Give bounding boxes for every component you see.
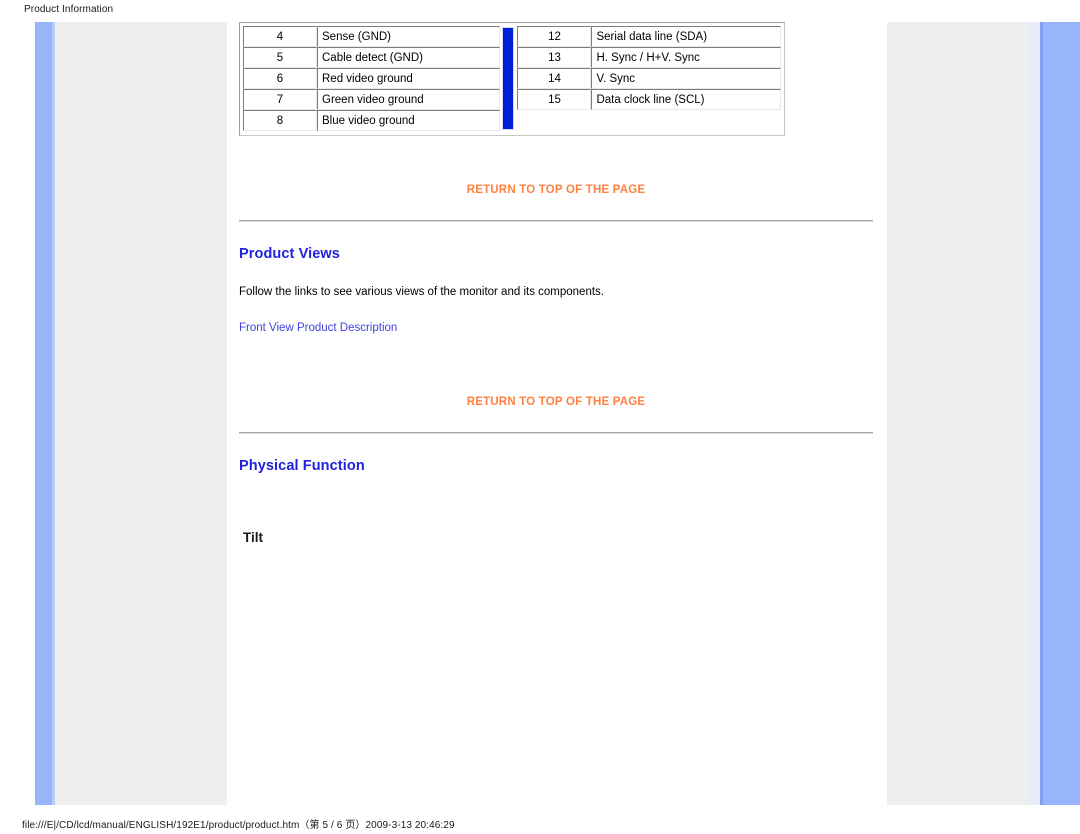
pin-signal: H. Sync / H+V. Sync: [591, 47, 781, 68]
right-blue-rail-edge: [1040, 22, 1043, 805]
return-to-top-link-2[interactable]: RETURN TO TOP OF THE PAGE: [239, 396, 873, 408]
pin-number: 13: [517, 47, 592, 68]
pin-signal: Green video ground: [317, 89, 500, 110]
table-row: 15 Data clock line (SCL): [517, 89, 781, 110]
pin-number-empty: [517, 110, 591, 131]
pin-number: 14: [517, 68, 592, 89]
pin-number: 15: [517, 89, 592, 110]
right-blue-rail: [1040, 22, 1080, 805]
table-row: 4 Sense (GND): [243, 26, 500, 47]
left-blue-rail: [35, 22, 52, 805]
page-title-product-views: Product Views: [239, 246, 340, 262]
product-views-description: Follow the links to see various views of…: [239, 286, 604, 298]
pin-signal: V. Sync: [591, 68, 781, 89]
print-footer-path: file:///E|/CD/lcd/manual/ENGLISH/192E1/p…: [22, 820, 455, 831]
print-header-title: Product Information: [24, 4, 114, 15]
pin-table-right-column: 12 Serial data line (SDA) 13 H. Sync / H…: [517, 26, 781, 131]
left-gray-panel: [55, 22, 227, 805]
right-rail-gap: [1028, 22, 1040, 805]
subheading-tilt: Tilt: [243, 530, 263, 545]
pin-signal-empty: [591, 110, 781, 131]
pin-number: 6: [243, 68, 317, 89]
pin-signal: Cable detect (GND): [317, 47, 500, 68]
front-view-product-description-link[interactable]: Front View Product Description: [239, 322, 397, 334]
pin-assignment-table: 4 Sense (GND) 5 Cable detect (GND) 6 Red…: [239, 22, 785, 136]
table-row: 5 Cable detect (GND): [243, 47, 500, 68]
page-title-physical-function: Physical Function: [239, 458, 365, 474]
table-row: 8 Blue video ground: [243, 110, 500, 131]
pin-number: 7: [243, 89, 317, 110]
pin-signal: Red video ground: [317, 68, 500, 89]
table-row: 6 Red video ground: [243, 68, 500, 89]
pin-signal: Blue video ground: [317, 110, 500, 131]
table-row: 12 Serial data line (SDA): [517, 26, 781, 47]
pin-signal: Serial data line (SDA): [591, 26, 781, 47]
table-row-filler: [517, 110, 781, 131]
pin-number: 8: [243, 110, 317, 131]
right-gray-panel: [887, 22, 1028, 805]
pin-number: 4: [243, 26, 317, 47]
return-to-top-link-1[interactable]: RETURN TO TOP OF THE PAGE: [239, 184, 873, 196]
pin-number: 12: [517, 26, 592, 47]
pin-signal: Data clock line (SCL): [591, 89, 781, 110]
table-row: 13 H. Sync / H+V. Sync: [517, 47, 781, 68]
pin-table-left-column: 4 Sense (GND) 5 Cable detect (GND) 6 Red…: [243, 26, 500, 131]
pin-signal: Sense (GND): [317, 26, 500, 47]
table-row: 14 V. Sync: [517, 68, 781, 89]
pin-number: 5: [243, 47, 317, 68]
main-content: 4 Sense (GND) 5 Cable detect (GND) 6 Red…: [239, 22, 873, 545]
page-root: Product Information 4 Sense (GND) 5 Cabl…: [0, 0, 1080, 834]
table-blue-divider: [501, 27, 515, 130]
table-row: 7 Green video ground: [243, 89, 500, 110]
